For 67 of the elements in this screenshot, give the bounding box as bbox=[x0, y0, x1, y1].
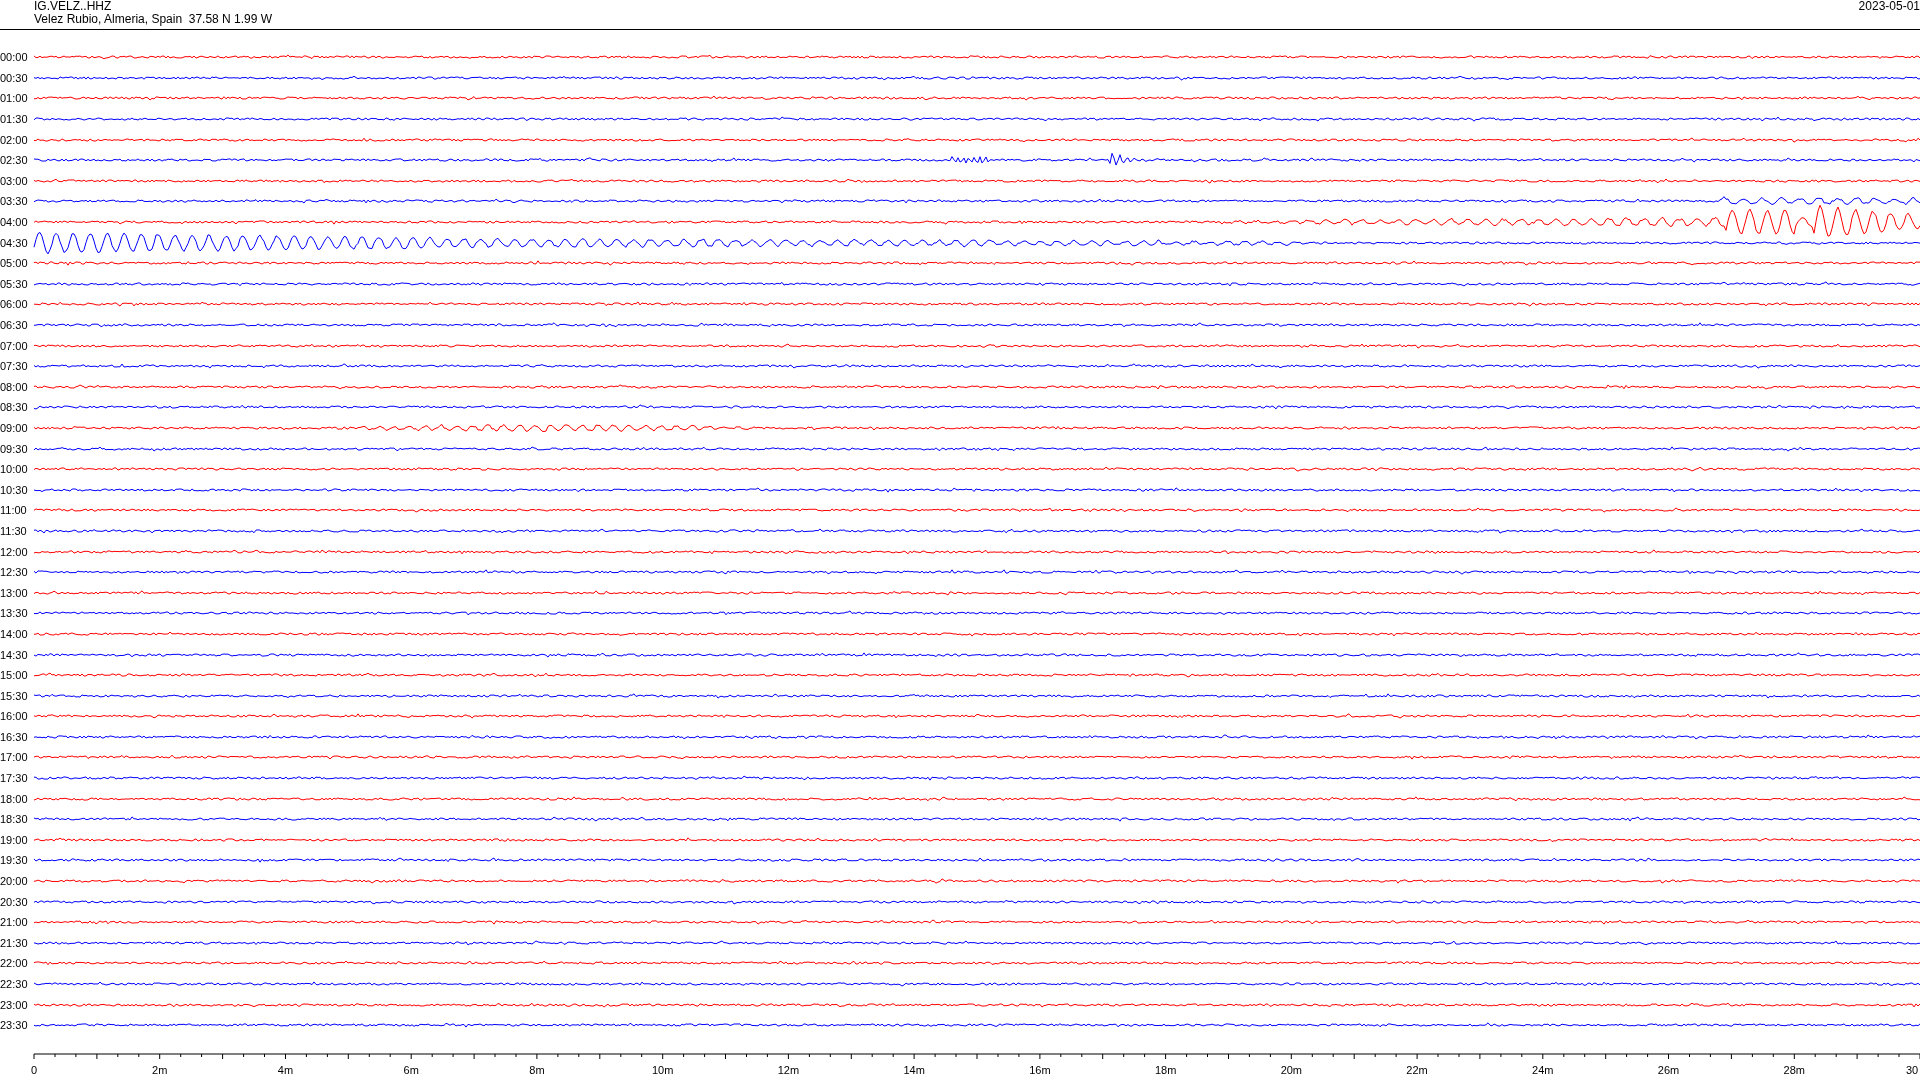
axis-tick-label: 4m bbox=[277, 1063, 294, 1076]
time-label: 10:00 bbox=[0, 463, 29, 476]
axis-tick-label: 6m bbox=[403, 1063, 419, 1076]
time-label: 04:30 bbox=[0, 236, 29, 249]
time-label: 13:00 bbox=[0, 586, 29, 599]
time-label: 17:00 bbox=[0, 751, 29, 764]
time-label: 22:00 bbox=[0, 957, 29, 970]
time-label: 05:00 bbox=[0, 257, 29, 270]
time-label: 10:30 bbox=[0, 483, 29, 496]
axis-tick-label: 12m bbox=[777, 1063, 800, 1076]
time-label: 23:30 bbox=[0, 1019, 29, 1032]
time-label: 02:30 bbox=[0, 154, 29, 167]
time-label: 15:30 bbox=[0, 689, 29, 702]
time-label: 09:00 bbox=[0, 422, 29, 434]
time-label: 19:00 bbox=[0, 833, 29, 846]
time-label: 21:30 bbox=[0, 936, 29, 949]
time-label: 20:30 bbox=[0, 895, 29, 908]
time-label: 00:00 bbox=[0, 51, 29, 64]
time-label: 08:00 bbox=[0, 380, 29, 393]
time-label: 18:30 bbox=[0, 813, 29, 826]
axis-tick-label: 8m bbox=[529, 1063, 545, 1076]
time-label: 03:30 bbox=[0, 195, 29, 208]
time-label: 16:00 bbox=[0, 710, 29, 723]
axis-tick-label: 16m bbox=[1029, 1063, 1051, 1076]
station-code: IG.VELZ..HHZ bbox=[34, 0, 113, 13]
time-label: 22:30 bbox=[0, 978, 29, 990]
time-label: 12:00 bbox=[0, 545, 29, 558]
time-label: 20:00 bbox=[0, 875, 29, 888]
time-label: 08:30 bbox=[0, 401, 29, 414]
time-label: 15:00 bbox=[0, 669, 29, 682]
axis-tick-label: 24m bbox=[1532, 1063, 1554, 1076]
time-label: 19:30 bbox=[0, 854, 29, 867]
time-label: 02:00 bbox=[0, 133, 29, 146]
time-label: 13:30 bbox=[0, 607, 29, 620]
axis-tick-label: 20m bbox=[1280, 1063, 1303, 1076]
axis-tick-label: 22m bbox=[1406, 1063, 1428, 1076]
time-label: 01:30 bbox=[0, 113, 29, 126]
time-label: 06:30 bbox=[0, 319, 29, 331]
axis-tick-label: 10m bbox=[651, 1063, 674, 1076]
time-label: 23:00 bbox=[0, 998, 29, 1011]
axis-tick-label: 30 bbox=[1906, 1063, 1919, 1076]
time-label: 05:30 bbox=[0, 277, 29, 290]
time-label: 18:00 bbox=[0, 792, 29, 805]
time-label: 12:30 bbox=[0, 566, 29, 579]
time-label: 07:00 bbox=[0, 339, 29, 352]
time-label: 17:30 bbox=[0, 772, 29, 785]
time-label: 07:30 bbox=[0, 360, 29, 373]
axis-tick-label: 28m bbox=[1783, 1063, 1805, 1076]
time-label: 04:00 bbox=[0, 216, 29, 229]
time-label: 21:00 bbox=[0, 916, 29, 929]
time-label: 11:00 bbox=[0, 504, 28, 517]
time-label: 09:30 bbox=[0, 442, 29, 455]
time-label: 01:00 bbox=[0, 92, 29, 105]
axis-tick-label: 18m bbox=[1154, 1063, 1177, 1076]
time-label: 14:30 bbox=[0, 648, 29, 661]
time-label: 11:30 bbox=[0, 524, 28, 537]
axis-tick-label: 26m bbox=[1657, 1063, 1680, 1076]
time-label: 14:00 bbox=[0, 627, 29, 640]
axis-tick-label: 0 bbox=[30, 1063, 38, 1076]
time-label: 03:00 bbox=[0, 174, 29, 187]
axis-tick-label: 14m bbox=[903, 1063, 925, 1076]
time-label: 06:00 bbox=[0, 298, 29, 311]
time-label: 00:30 bbox=[0, 71, 29, 84]
station-location: Velez Rubio, Almeria, Spain 37.58 N 1.99 W bbox=[34, 13, 273, 26]
date-label: 2023-05-01 bbox=[1858, 0, 1920, 15]
axis-tick-label: 2m bbox=[152, 1063, 168, 1076]
time-label: 16:30 bbox=[0, 730, 29, 743]
